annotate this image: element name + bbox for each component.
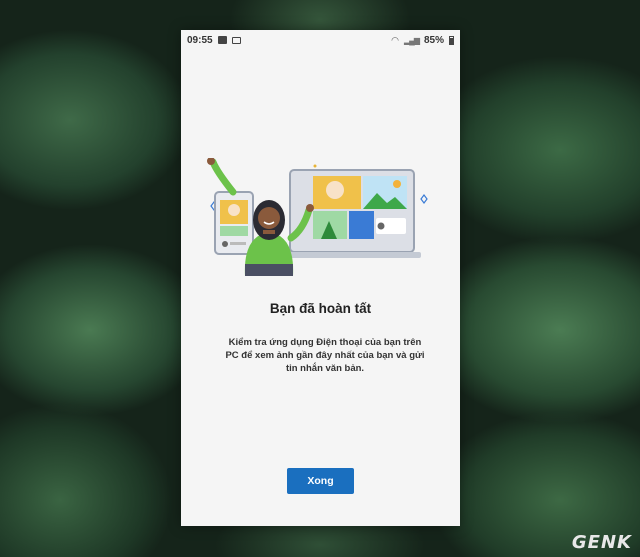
tablet-icon <box>214 191 254 255</box>
signal-icon: ▂▄▆ <box>404 35 420 45</box>
page-title: Bạn đã hoàn tất <box>269 301 372 316</box>
image-icon <box>231 36 241 44</box>
phone-screen: 09:55 ◠ ▂▄▆ 85% Bạn đã hoàn tất Kiểm tra… <box>181 30 460 526</box>
battery-icon <box>449 35 454 45</box>
wifi-icon: ◠ <box>391 34 399 45</box>
done-button[interactable]: Xong <box>287 468 354 494</box>
status-time: 09:55 <box>187 34 213 46</box>
sim-icon <box>217 36 227 44</box>
battery-percent: 85% <box>423 34 444 46</box>
person-with-devices-illustration <box>207 158 428 276</box>
watermark-logo: GENK <box>571 532 632 553</box>
description-text: Kiểm tra ứng dụng Điện thoại của bạn trê… <box>225 337 425 374</box>
status-bar: 09:55 ◠ ▂▄▆ 85% <box>181 30 460 50</box>
laptop-icon <box>283 169 421 258</box>
